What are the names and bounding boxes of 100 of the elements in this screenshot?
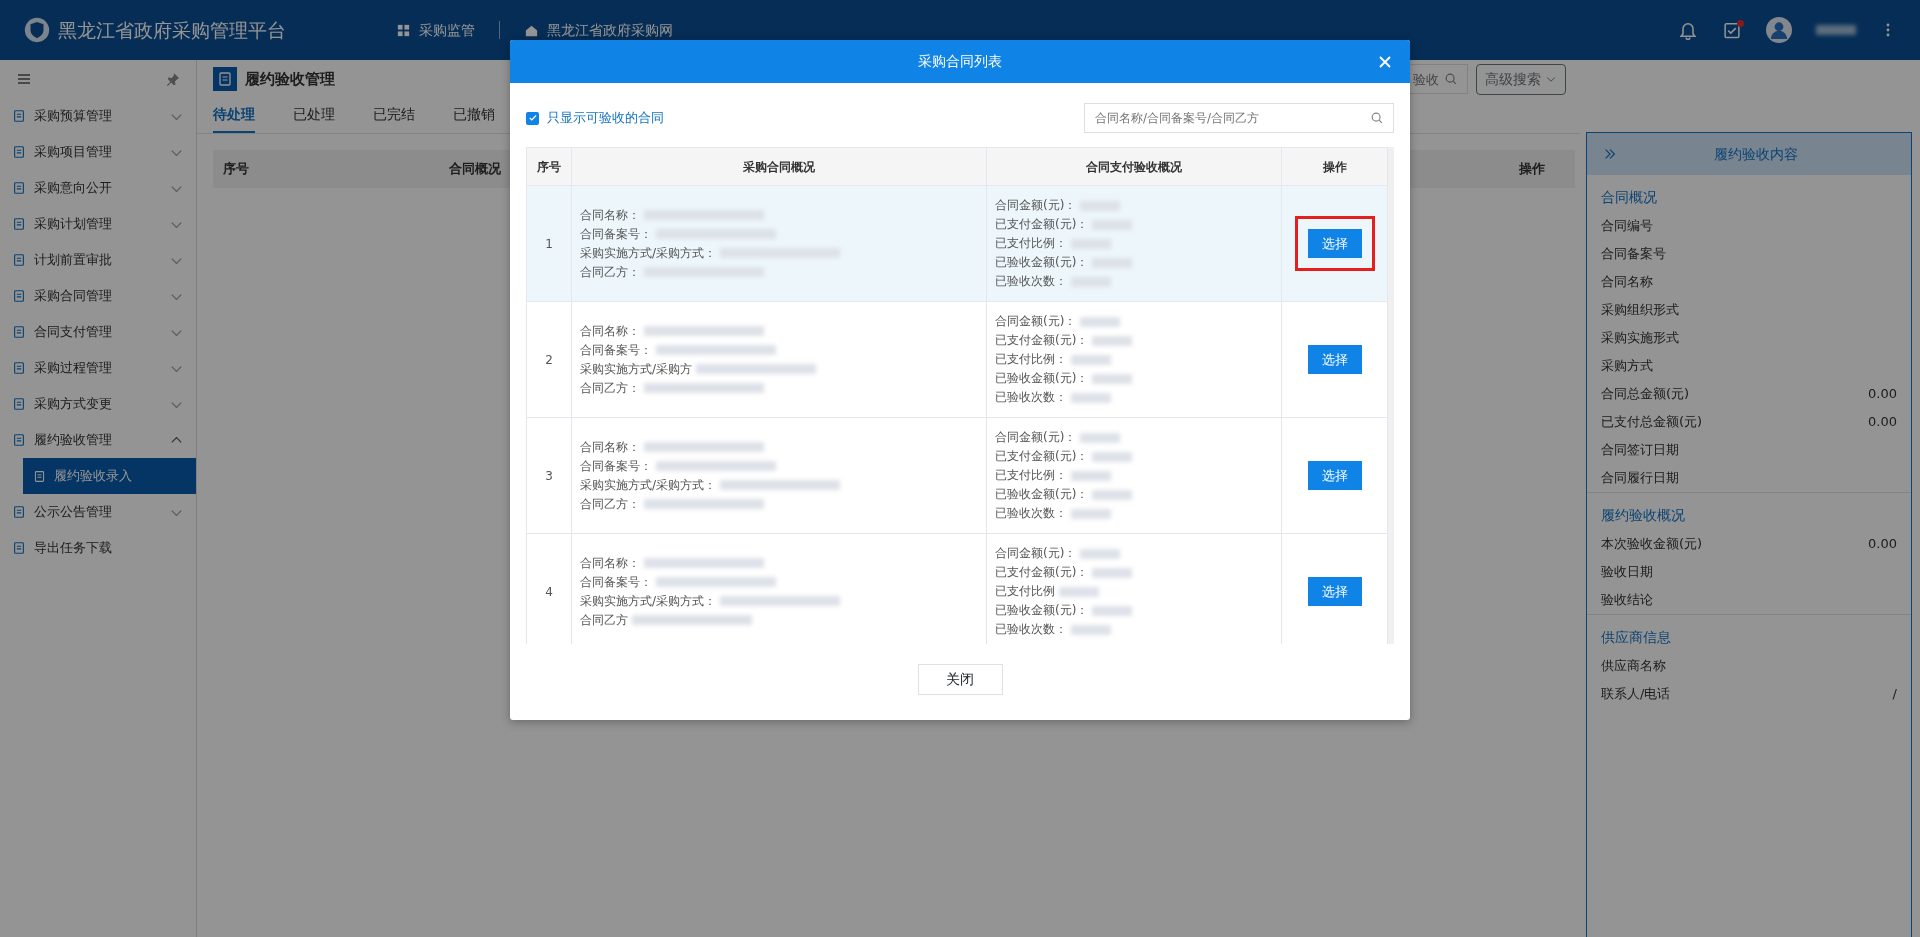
field-label: 合同备案号： [580,457,652,475]
field-label: 已支付金额(元)： [995,564,1089,581]
field-value: 0.00 [1868,385,1897,403]
field-label: 合同名称 [1601,273,1653,291]
close-dialog-button[interactable]: 关闭 [917,664,1003,695]
field-label: 合同名称： [580,554,640,572]
sidebar-item[interactable]: 公示公告管理 [0,494,196,530]
tab[interactable]: 已完结 [373,98,415,133]
sidebar-item[interactable]: 计划前置审批 [0,242,196,278]
select-button[interactable]: 选择 [1307,460,1362,491]
field-label: 已支付比例： [995,351,1067,368]
section-title: 供应商信息 [1600,628,1672,647]
field-label: 合同金额(元)： [995,429,1077,446]
field-label: 本次验收金额(元) [1601,535,1703,553]
double-chevron-icon [1603,147,1617,161]
redacted-value [1092,605,1133,616]
field-label: 合同备案号： [580,573,652,591]
field-label: 合同备案号： [580,341,652,359]
nav-link[interactable]: 黑龙江省政府采购网 [524,19,673,41]
app-title: 黑龙江省政府采购管理平台 [58,17,286,43]
table-row[interactable]: 1 合同名称： 合同备案号： 采购实施方式/采购方式： 合同乙方： 合同金额(元)： 已支付金额(元)： 已支付比例： 已验收金额(元)： 已验收次数： 选择 [526,185,1388,302]
search-icon [1444,72,1458,86]
field-label: 已支付总金额(元) [1601,413,1703,431]
table-cell: 4 [526,533,572,644]
field-label: 采购实施方式/采购方式： [580,476,717,494]
user-avatar-icon [1766,17,1792,43]
field-label: 合同总金额(元) [1601,385,1690,403]
close-icon [1377,53,1393,70]
table-row[interactable]: 3 合同名称： 合同备案号： 采购实施方式/采购方式： 合同乙方： 合同金额(元)： 已支付金额(元)： 已支付比例： 已验收金额(元)： 已验收次数： 选择 [526,417,1388,534]
shield-logo-icon [24,17,50,43]
nav-link[interactable]: 采购监管 [396,19,475,41]
field-value: 0.00 [1868,535,1897,553]
redacted-value [1080,432,1121,443]
sidebar-item[interactable]: 采购计划管理 [0,206,196,242]
field-value: / [1892,685,1897,703]
column-header: 序号 [223,160,249,179]
sidebar-item[interactable]: 采购意向公开 [0,170,196,206]
redacted-value [1080,548,1121,559]
select-button[interactable]: 选择 [1307,576,1362,607]
sidebar-item[interactable]: 合同支付管理 [0,314,196,350]
field-label: 已验收次数： [995,273,1067,290]
check-icon [527,113,538,123]
sidebar-item[interactable]: 导出任务下载 [0,530,196,566]
table-cell: 2 [526,301,572,418]
redacted-value [1071,470,1111,481]
field-label: 合同乙方 [580,611,628,629]
column-header: 操作 [1519,160,1545,179]
field-label: 合同乙方： [580,379,640,397]
field-label: 采购组织形式 [1601,301,1679,319]
panel-header: 履约验收内容 [1587,133,1911,175]
grid-icon [396,22,411,38]
field-label: 已支付金额(元)： [995,448,1089,465]
field-label: 验收日期 [1601,563,1653,581]
section-title: 合同概况 [1600,188,1658,207]
field-label: 已验收次数： [995,621,1067,638]
field-label: 已验收金额(元)： [995,254,1089,271]
field-label: 采购实施方式/采购方式： [580,244,717,262]
redacted-value [1071,624,1111,635]
field-label: 已验收金额(元)： [995,370,1089,387]
filter-checkbox[interactable]: 只显示可验收的合同 [526,108,664,128]
advanced-search-button[interactable]: 高级搜索 [1476,63,1566,95]
sidebar-item[interactable]: 采购过程管理 [0,350,196,386]
field-label: 合同名称： [580,206,640,224]
field-label: 合同金额(元)： [995,197,1077,214]
field-label: 合同乙方： [580,263,640,281]
column-header: 序号 [526,147,572,186]
tab[interactable]: 已处理 [293,98,335,133]
select-button[interactable]: 选择 [1307,344,1362,375]
field-label: 已支付金额(元)： [995,216,1089,233]
sidebar-item[interactable]: 采购预算管理 [0,98,196,134]
sidebar-item[interactable]: 采购项目管理 [0,134,196,170]
sidebar-item[interactable]: 履约验收管理 [0,422,196,458]
column-header: 合同支付验收概况 [986,147,1282,186]
tab[interactable]: 待处理 [213,98,255,133]
field-label: 合同备案号 [1601,245,1666,263]
field-label: 已验收次数： [995,389,1067,406]
field-label: 已验收金额(元)： [995,486,1089,503]
field-label: 合同编号 [1601,217,1653,235]
sidebar-subitem[interactable]: 履约验收录入 [23,458,196,494]
select-button[interactable]: 选择 [1307,228,1362,259]
column-header: 操作 [1281,147,1388,186]
table-row[interactable]: 2 合同名称： 合同备案号： 采购实施方式/采购方 合同乙方： 合同金额(元)： 已支付金额(元)： 已支付比例： 已验收金额(元)： 已验收次数： 选择 [526,301,1388,418]
sidebar-item[interactable]: 采购方式变更 [0,386,196,422]
search-icon [1370,111,1384,125]
table-row[interactable]: 4 合同名称： 合同备案号： 采购实施方式/采购方式： 合同乙方 合同金额(元)： 已支付金额(元)： 已支付比例 已验收金额(元)： 已验收次数： 选择 [526,533,1388,644]
document-icon [33,469,46,483]
tab[interactable]: 已撤销 [453,98,495,133]
sidebar-item[interactable]: 采购合同管理 [0,278,196,314]
field-label: 采购实施方式/采购方 [580,360,693,378]
redacted-value [1092,567,1133,578]
search-field[interactable]: 合同名称/合同备案号/合同乙方 [1084,103,1394,133]
redacted-value [1071,354,1111,365]
field-label: 合同金额(元)： [995,545,1077,562]
field-label: 合同名称： [580,438,640,456]
redacted-value [1092,451,1133,462]
field-label: 已支付比例： [995,235,1067,252]
field-label: 供应商名称 [1601,657,1666,675]
field-label: 已支付比例： [995,467,1067,484]
redacted-username [1816,25,1856,35]
field-label: 验收结论 [1601,591,1653,609]
